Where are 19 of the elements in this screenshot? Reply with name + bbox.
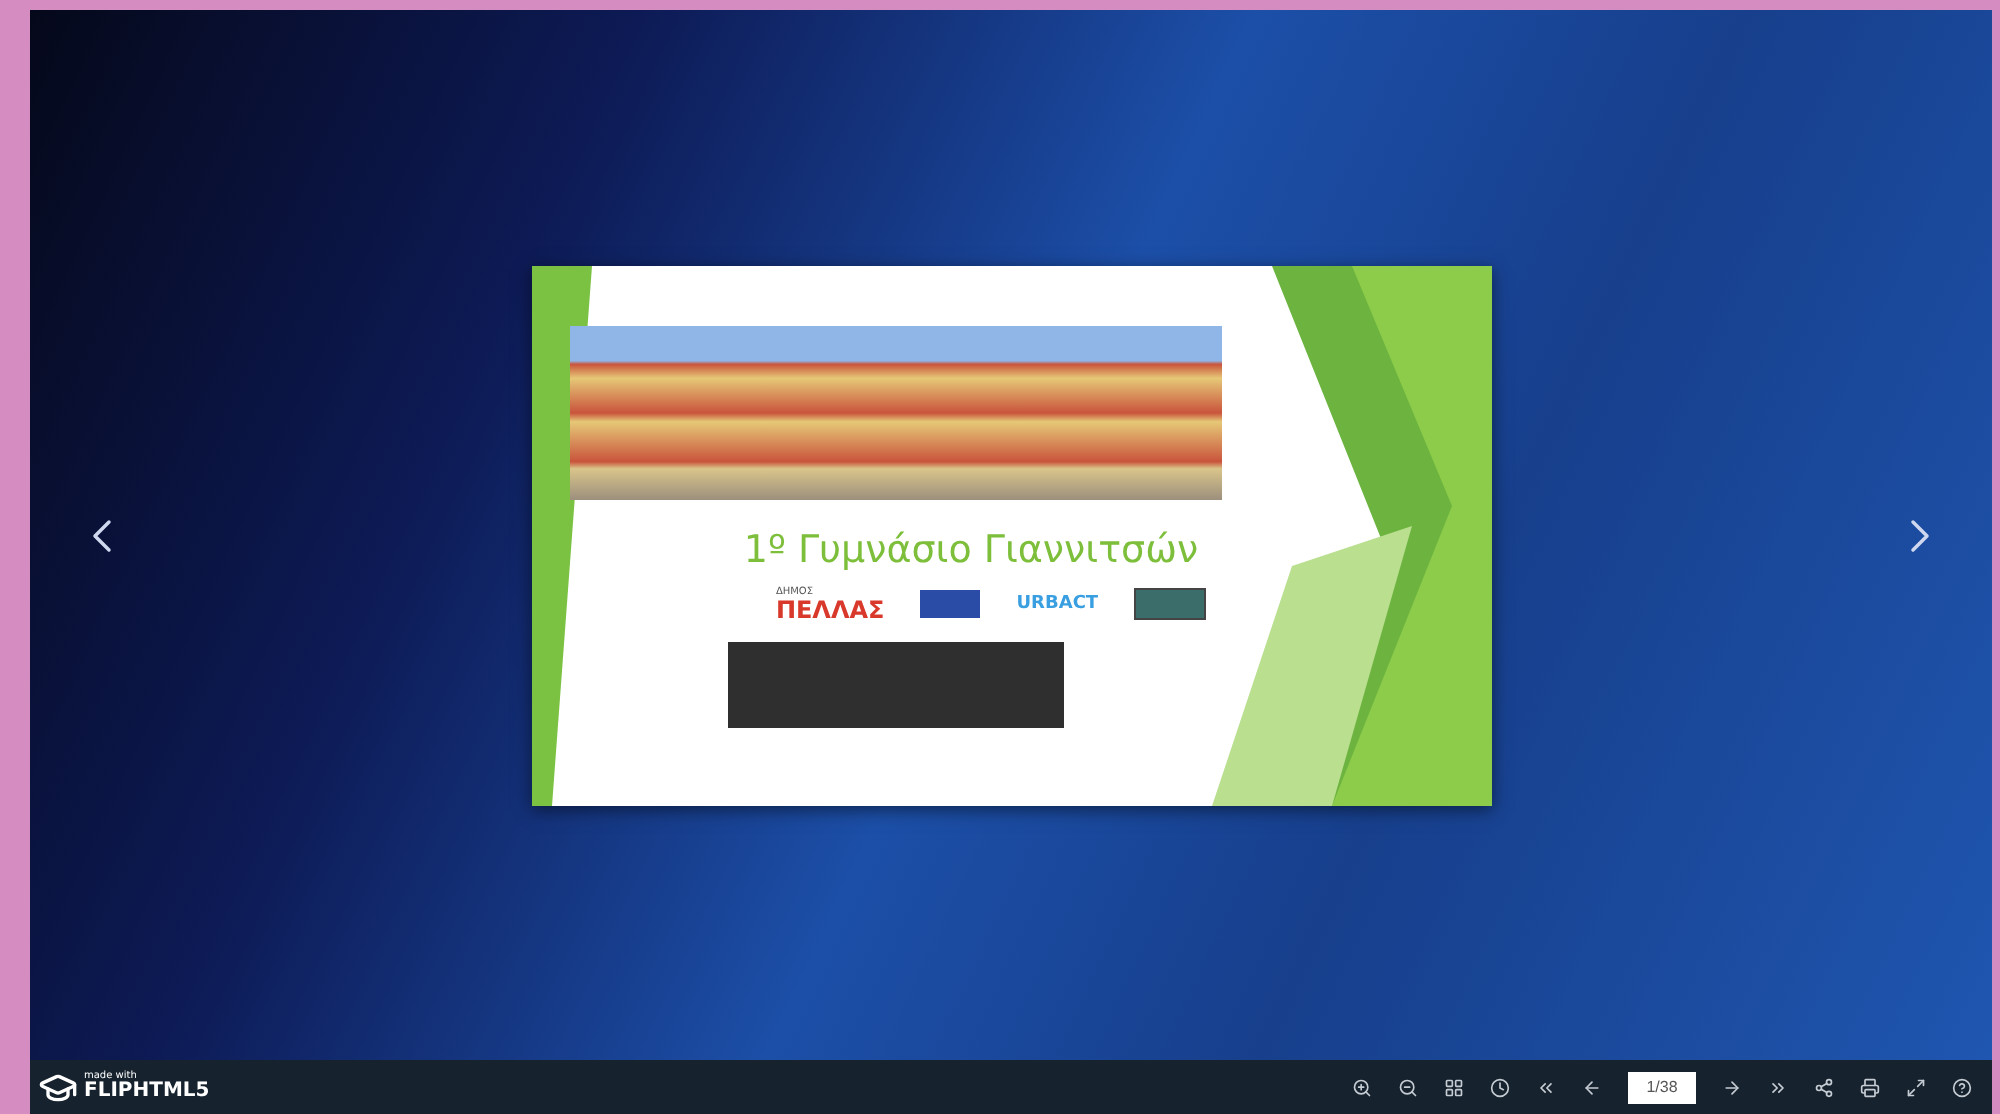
previous-icon[interactable]	[1582, 1077, 1602, 1097]
fullscreen-icon[interactable]	[1906, 1077, 1926, 1097]
help-icon[interactable]	[1952, 1077, 1972, 1097]
zoom-out-icon[interactable]	[1398, 1077, 1418, 1097]
urbact-logo: URBACT	[1016, 594, 1099, 614]
print-icon[interactable]	[1860, 1077, 1880, 1097]
clock-icon[interactable]	[1490, 1077, 1510, 1097]
brand-name: FLIPHTML5	[84, 1082, 210, 1102]
window-logo	[1134, 588, 1207, 620]
zoom-in-icon[interactable]	[1352, 1077, 1372, 1097]
last-page-icon[interactable]	[1768, 1077, 1788, 1097]
next-icon[interactable]	[1722, 1077, 1742, 1097]
share-icon[interactable]	[1814, 1077, 1834, 1097]
grid-icon[interactable]	[1444, 1077, 1464, 1097]
page-number-field[interactable]: 1/38	[1628, 1071, 1696, 1103]
slide-title: 1º Γυμνάσιο Γιαννιτσών	[743, 527, 1199, 571]
municipality-logo: ΠΕΛΛΑΣ	[775, 597, 885, 621]
flag-logo	[920, 590, 981, 618]
first-page-icon[interactable]	[1536, 1077, 1556, 1097]
